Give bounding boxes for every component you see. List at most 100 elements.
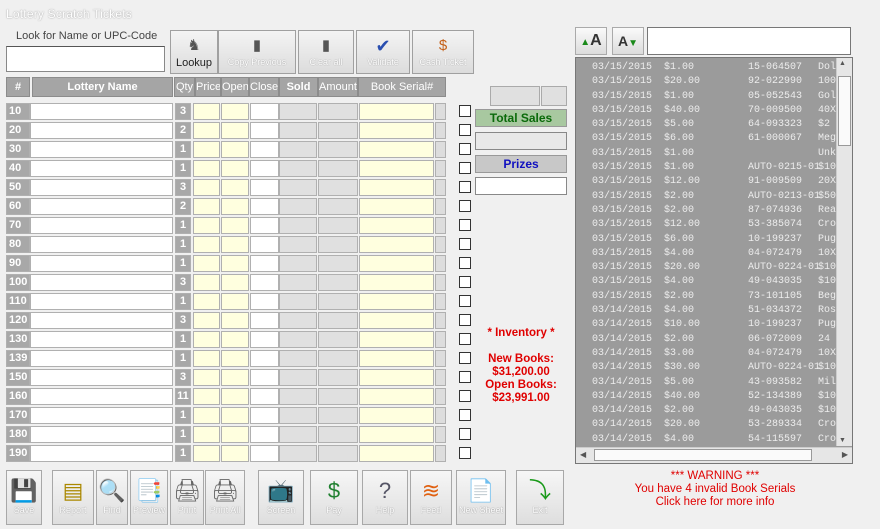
log-row[interactable]: 03/14/2015 $4.00 54-115597 Cro	[576, 433, 852, 447]
close-field[interactable]	[250, 103, 279, 120]
row-checkbox[interactable]	[459, 314, 471, 326]
book-serial-field[interactable]	[359, 274, 434, 291]
close-field[interactable]	[250, 141, 279, 158]
serial-picker-button[interactable]	[435, 312, 446, 329]
close-field[interactable]	[250, 274, 279, 291]
open-field[interactable]	[221, 217, 249, 234]
scroll-down-icon[interactable]: ▼	[839, 437, 846, 444]
close-field[interactable]	[250, 388, 279, 405]
open-field[interactable]	[221, 160, 249, 177]
book-serial-field[interactable]	[359, 122, 434, 139]
open-field[interactable]	[221, 331, 249, 348]
open-field[interactable]	[221, 350, 249, 367]
save-button[interactable]: 💾 Save	[6, 470, 42, 525]
lottery-name-field[interactable]	[30, 179, 173, 196]
serial-picker-button[interactable]	[435, 141, 446, 158]
book-serial-field[interactable]	[359, 236, 434, 253]
price-field[interactable]	[193, 331, 220, 348]
row-checkbox[interactable]	[459, 333, 471, 345]
lottery-name-field[interactable]	[30, 369, 173, 386]
row-checkbox[interactable]	[459, 352, 471, 364]
open-field[interactable]	[221, 312, 249, 329]
serial-picker-button[interactable]	[435, 407, 446, 424]
log-row[interactable]: 03/15/2015 $6.00 10-199237 Pug	[576, 233, 852, 247]
lottery-name-field[interactable]	[30, 217, 173, 234]
serial-picker-button[interactable]	[435, 274, 446, 291]
close-field[interactable]	[250, 312, 279, 329]
log-vertical-scrollbar[interactable]: ▲ ▼	[836, 58, 852, 446]
exit-button[interactable]: ⤵ Exit	[516, 470, 564, 525]
price-field[interactable]	[193, 122, 220, 139]
lottery-name-field[interactable]	[30, 312, 173, 329]
close-field[interactable]	[250, 217, 279, 234]
lottery-name-field[interactable]	[30, 445, 173, 462]
row-checkbox[interactable]	[459, 371, 471, 383]
side-button-right[interactable]	[541, 86, 567, 106]
close-field[interactable]	[250, 445, 279, 462]
serial-picker-button[interactable]	[435, 426, 446, 443]
lottery-name-field[interactable]	[30, 426, 173, 443]
price-field[interactable]	[193, 103, 220, 120]
serial-picker-button[interactable]	[435, 179, 446, 196]
lottery-name-field[interactable]	[30, 236, 173, 253]
book-serial-field[interactable]	[359, 369, 434, 386]
book-serial-field[interactable]	[359, 312, 434, 329]
price-field[interactable]	[193, 236, 220, 253]
open-field[interactable]	[221, 179, 249, 196]
book-serial-field[interactable]	[359, 388, 434, 405]
close-field[interactable]	[250, 293, 279, 310]
open-field[interactable]	[221, 198, 249, 215]
lottery-name-field[interactable]	[30, 331, 173, 348]
row-checkbox[interactable]	[459, 219, 471, 231]
log-row[interactable]: 03/14/2015 $2.00 49-043035 $10	[576, 404, 852, 418]
book-serial-field[interactable]	[359, 198, 434, 215]
serial-picker-button[interactable]	[435, 388, 446, 405]
log-row[interactable]: 03/15/2015 $40.00 70-009500 40X	[576, 104, 852, 118]
log-row[interactable]: 03/14/2015 $20.00 53-289334 Cro	[576, 418, 852, 432]
log-row[interactable]: 03/15/2015 $12.00 53-385074 Cro	[576, 218, 852, 232]
row-checkbox[interactable]	[459, 162, 471, 174]
row-checkbox[interactable]	[459, 105, 471, 117]
price-field[interactable]	[193, 369, 220, 386]
open-field[interactable]	[221, 369, 249, 386]
close-field[interactable]	[250, 236, 279, 253]
book-serial-field[interactable]	[359, 103, 434, 120]
screen-button[interactable]: 📺 Screen	[258, 470, 304, 525]
warning-link[interactable]: Click here for more info	[600, 496, 830, 509]
lottery-name-field[interactable]	[30, 103, 173, 120]
find-button[interactable]: 🔍 Find	[96, 470, 128, 525]
log-row[interactable]: 03/15/2015 $4.00 49-043035 $10	[576, 275, 852, 289]
serial-picker-button[interactable]	[435, 236, 446, 253]
lottery-name-field[interactable]	[30, 388, 173, 405]
feed-button[interactable]: ≋ Feed	[410, 470, 452, 525]
log-row[interactable]: 03/15/2015 $2.00 73-101105 Beg	[576, 290, 852, 304]
row-checkbox[interactable]	[459, 428, 471, 440]
lookup-button[interactable]: ♞ Lookup	[170, 30, 218, 74]
close-field[interactable]	[250, 255, 279, 272]
row-checkbox[interactable]	[459, 409, 471, 421]
hscroll-thumb[interactable]	[594, 449, 812, 461]
side-button-left[interactable]	[490, 86, 540, 106]
book-serial-field[interactable]	[359, 407, 434, 424]
book-serial-field[interactable]	[359, 141, 434, 158]
open-field[interactable]	[221, 274, 249, 291]
open-field[interactable]	[221, 122, 249, 139]
serial-picker-button[interactable]	[435, 217, 446, 234]
price-field[interactable]	[193, 255, 220, 272]
row-checkbox[interactable]	[459, 124, 471, 136]
log-row[interactable]: 03/15/2015 $2.00 87-074936 Rea	[576, 204, 852, 218]
open-field[interactable]	[221, 293, 249, 310]
open-field[interactable]	[221, 407, 249, 424]
serial-picker-button[interactable]	[435, 160, 446, 177]
open-field[interactable]	[221, 236, 249, 253]
close-field[interactable]	[250, 160, 279, 177]
invalid-serials-warning[interactable]: *** WARNING *** You have 4 invalid Book …	[600, 470, 830, 509]
log-row[interactable]: 03/15/2015 $6.00 61-000067 Meg	[576, 132, 852, 146]
book-serial-field[interactable]	[359, 350, 434, 367]
log-row[interactable]: 03/14/2015 $2.00 06-072009 24	[576, 333, 852, 347]
scroll-thumb[interactable]	[838, 76, 851, 146]
close-field[interactable]	[250, 331, 279, 348]
scroll-left-icon[interactable]: ◀	[580, 450, 586, 459]
close-field[interactable]	[250, 350, 279, 367]
open-field[interactable]	[221, 103, 249, 120]
